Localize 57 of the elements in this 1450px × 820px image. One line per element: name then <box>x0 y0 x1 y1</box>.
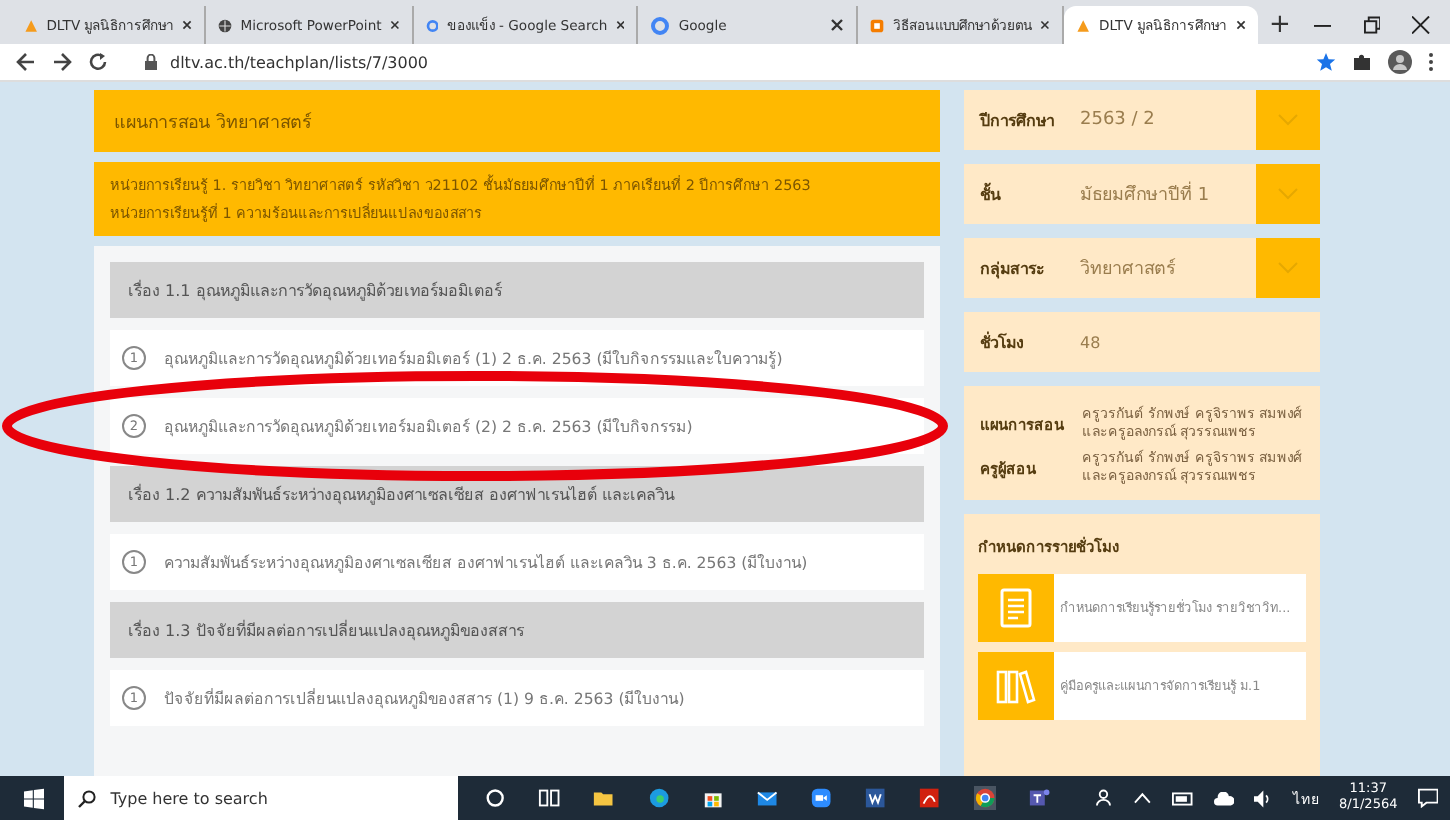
chrome-browser-icon[interactable] <box>973 786 996 810</box>
battery-icon <box>1171 791 1194 805</box>
close-icon[interactable] <box>830 18 845 32</box>
close-icon[interactable] <box>182 18 193 32</box>
books-icon <box>996 665 1036 706</box>
task-view-icon[interactable] <box>538 786 561 810</box>
close-icon[interactable] <box>1235 18 1246 32</box>
pdf-reader-icon[interactable] <box>918 786 942 810</box>
lock-icon <box>144 54 158 70</box>
close-icon[interactable] <box>1040 18 1051 32</box>
people-icon[interactable] <box>1096 788 1115 808</box>
mail-icon[interactable] <box>755 786 779 810</box>
speaker-icon[interactable] <box>1254 789 1274 807</box>
close-icon[interactable] <box>615 18 625 32</box>
edge-browser-icon[interactable] <box>647 786 670 810</box>
close-icon[interactable] <box>389 18 400 32</box>
video-camera-icon[interactable] <box>810 786 833 810</box>
windows-start-icon[interactable] <box>24 787 45 809</box>
word-processor-icon[interactable] <box>864 786 887 810</box>
teams-icon[interactable] <box>1027 786 1051 810</box>
dropdown-field[interactable]: กลุ่มสาระ วิทยาศาสตร์ <box>964 238 1320 298</box>
topic-header[interactable]: เรื่อง 1.1 อุณหภูมิและการวัดอุณหภูมิด้วยเทอร์มอมิเตอร์ <box>110 262 924 318</box>
folder-icon[interactable] <box>592 786 616 810</box>
dropdown-toggle[interactable] <box>1256 238 1320 298</box>
star-icon[interactable] <box>1316 52 1336 72</box>
forward-icon[interactable] <box>52 52 72 72</box>
search-icon <box>78 789 97 807</box>
dropdown-toggle[interactable] <box>1256 90 1320 150</box>
menu-icon[interactable] <box>1428 52 1434 72</box>
plan-title: แผนการสอน วิทยาศาสตร์ <box>94 90 940 152</box>
chevron-down-icon <box>1278 114 1298 126</box>
avatar-icon[interactable] <box>1388 50 1412 74</box>
cloud-icon <box>1213 791 1235 805</box>
document-icon <box>996 587 1036 628</box>
close-icon[interactable] <box>1412 16 1430 34</box>
taskbar-search-field[interactable]: Type here to search <box>64 776 458 820</box>
dltv-logo-icon <box>24 15 39 35</box>
google-logo-icon <box>650 15 671 35</box>
reload-icon[interactable] <box>88 52 108 72</box>
topic-header[interactable]: เรื่อง 1.3 ปัจจัยที่มีผลต่อการเปลี่ยนแปลงอุณหภูมิของสสาร <box>110 602 924 658</box>
new-tab-button[interactable]: + <box>1257 6 1303 44</box>
dltv-logo-icon <box>1076 15 1091 35</box>
back-icon[interactable] <box>16 52 36 72</box>
chevron-down-icon <box>1278 262 1298 274</box>
notification-icon[interactable] <box>1417 788 1438 808</box>
chevron-up-icon[interactable] <box>1134 792 1152 804</box>
google-logo-icon <box>425 15 439 35</box>
address-field[interactable]: dltv.ac.th/teachplan/lists/7/3000 <box>132 47 1300 77</box>
chevron-down-icon <box>1278 188 1298 200</box>
blogger-logo-icon <box>870 15 885 35</box>
dropdown-field[interactable]: ชั้น มัธยมศึกษาปีที่ 1 <box>964 164 1320 224</box>
globe-icon <box>218 15 233 35</box>
dropdown-field[interactable]: ปีการศึกษา 2563 / 2 <box>964 90 1320 150</box>
restore-icon[interactable] <box>1363 16 1381 34</box>
info-field: ชั่วโมง 48 <box>964 312 1320 372</box>
dropdown-toggle[interactable] <box>1256 164 1320 224</box>
cortana-icon[interactable] <box>483 786 507 810</box>
